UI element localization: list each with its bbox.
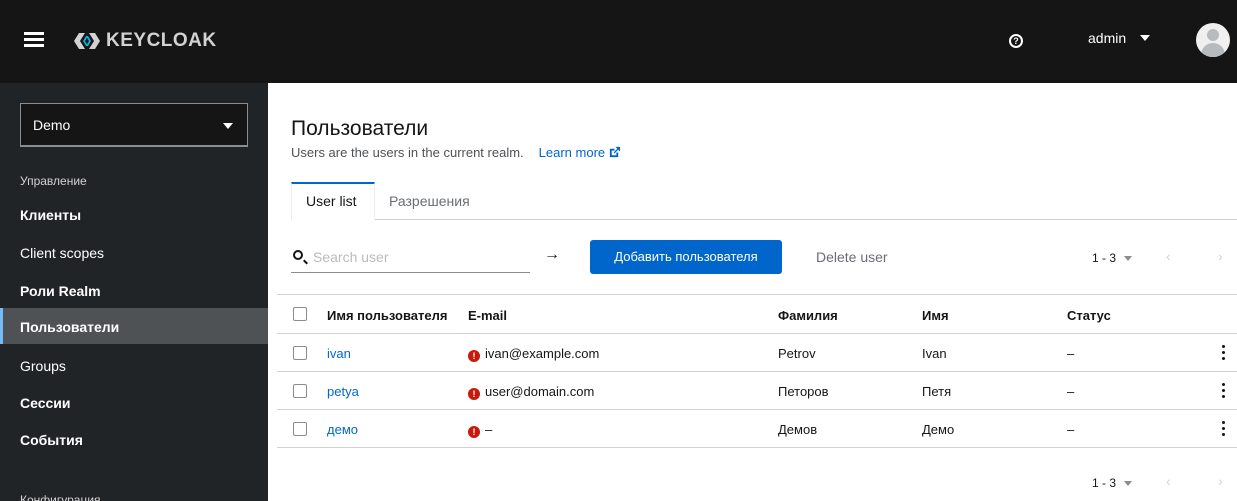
last-name-cell: Petrov [778,346,816,361]
sidebar-item-realm-roles[interactable]: Роли Realm [0,272,268,308]
table-row: ivan ! ivan@example.com Petrov Ivan – [277,334,1237,372]
nav-section-manage: Управление [20,174,87,188]
column-status[interactable]: Статус [1067,308,1111,323]
last-name-cell: Демов [778,422,818,437]
realm-name: Demo [33,117,71,133]
username-link[interactable]: ivan [327,346,351,361]
last-name-cell: Петоров [778,384,829,399]
first-name-cell: Демо [922,422,955,437]
tabs: User list Разрешения [291,182,1237,220]
email-cell: ! ivan@example.com [468,346,599,362]
table-row: демо ! – Демов Демо – [277,410,1237,448]
caret-down-icon [223,123,233,129]
pagination-range: 1 - 3 [1092,476,1117,490]
previous-page-icon[interactable]: ‹ [1166,473,1171,489]
row-checkbox[interactable] [293,346,307,360]
keycloak-logo-icon [74,33,100,49]
add-user-button[interactable]: Добавить пользователя [590,240,782,274]
sidebar-item-clients[interactable]: Клиенты [0,196,268,232]
row-actions-kebab-icon[interactable] [1222,345,1226,361]
avatar-head [1207,29,1219,41]
page-title: Пользователи [291,117,429,140]
email-not-verified-icon: ! [468,350,480,362]
help-icon[interactable]: ? [1009,34,1023,48]
first-name-cell: Петя [922,384,952,399]
column-email[interactable]: E-mail [468,308,507,323]
sidebar-item-sessions[interactable]: Сессии [0,384,268,420]
email-cell: ! – [468,422,492,438]
column-first-name[interactable]: Имя [922,308,949,323]
caret-down-icon [1124,480,1133,486]
nav-section-configure: Конфигурация [20,493,101,501]
search-icon [293,250,303,260]
sidebar: Demo Управление Клиенты Client scopes Ро… [0,83,268,501]
keycloak-logo[interactable]: KEYCLOAK [72,28,217,54]
delete-user-button[interactable]: Delete user [800,240,900,274]
username-link[interactable]: демо [327,422,358,437]
sidebar-item-users[interactable]: Пользователи [0,308,268,344]
masthead: KEYCLOAK ? admin [0,0,1237,83]
row-actions-kebab-icon[interactable] [1222,421,1226,437]
learn-more-link[interactable]: Learn more [539,145,621,160]
search-input[interactable]: Search user [291,240,530,273]
avatar[interactable] [1196,23,1230,57]
table-header: Имя пользователя E-mail Фамилия Имя Стат… [277,294,1237,334]
email-value: – [485,422,493,437]
sidebar-item-groups[interactable]: Groups [0,347,268,383]
user-name: admin [1088,30,1127,46]
table-row: petya ! user@domain.com Петоров Петя – [277,372,1237,410]
email-value: ivan@example.com [485,346,600,361]
row-actions-kebab-icon[interactable] [1222,383,1226,399]
column-username[interactable]: Имя пользователя [327,308,447,323]
email-cell: ! user@domain.com [468,384,594,400]
page-description: Users are the users in the current realm… [291,145,621,160]
learn-more-label: Learn more [538,145,606,160]
menu-toggle-icon[interactable] [24,32,44,48]
pagination-range: 1 - 3 [1092,251,1117,265]
next-page-icon[interactable]: › [1218,248,1223,264]
email-value: user@domain.com [485,384,595,399]
status-cell: – [1067,422,1075,437]
tab-permissions[interactable]: Разрешения [389,182,489,220]
external-link-icon [609,146,621,158]
email-not-verified-icon: ! [468,388,480,400]
row-checkbox[interactable] [293,422,307,436]
search-submit-arrow-icon[interactable]: → [544,246,560,264]
email-not-verified-icon: ! [468,426,480,438]
tab-user-list[interactable]: User list [291,182,375,220]
caret-down-icon [1124,255,1133,261]
first-name-cell: Ivan [922,346,947,361]
next-page-icon[interactable]: › [1218,473,1223,489]
previous-page-icon[interactable]: ‹ [1166,248,1171,264]
search-placeholder: Search user [313,249,389,265]
pagination-toggle-top[interactable]: 1 - 3 [1092,251,1133,265]
pagination-toggle-bottom[interactable]: 1 - 3 [1092,476,1133,490]
sidebar-item-events[interactable]: События [0,421,268,457]
page-description-text: Users are the users in the current realm… [291,145,524,160]
username-link[interactable]: petya [327,384,359,399]
user-menu-toggle[interactable]: admin [1088,30,1151,46]
row-checkbox[interactable] [293,384,307,398]
select-all-checkbox[interactable] [293,307,307,321]
column-last-name[interactable]: Фамилия [778,308,838,323]
brand-name: KEYCLOAK [106,30,217,51]
caret-down-icon [1140,35,1151,41]
realm-selector[interactable]: Demo [20,103,248,147]
avatar-body [1201,43,1225,57]
sidebar-item-client-scopes[interactable]: Client scopes [0,234,268,270]
status-cell: – [1067,384,1075,399]
status-cell: – [1067,346,1075,361]
